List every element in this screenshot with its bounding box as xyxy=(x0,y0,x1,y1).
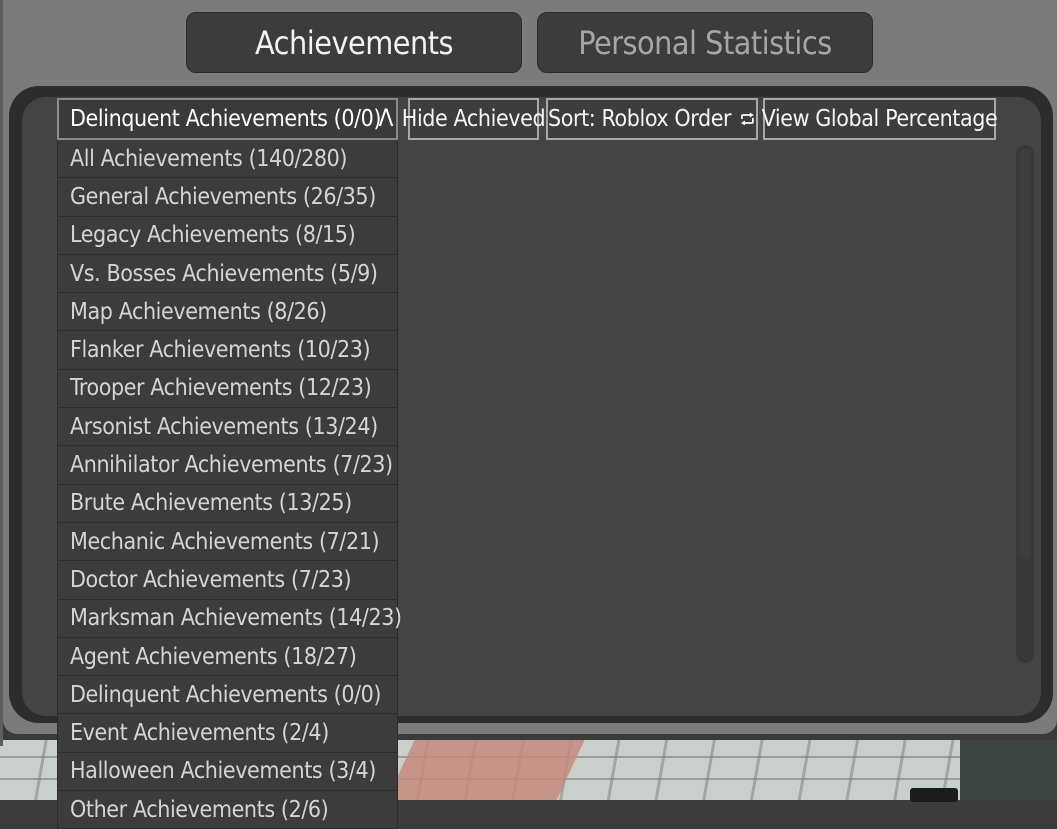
dropdown-option[interactable]: Mechanic Achievements (7/21) xyxy=(57,522,398,562)
dropdown-option[interactable]: Arsonist Achievements (13/24) xyxy=(57,408,398,447)
dropdown-option[interactable]: Flanker Achievements (10/23) xyxy=(57,331,398,370)
dropdown-option[interactable]: Annihilator Achievements (7/23) xyxy=(57,446,398,485)
view-global-percentage-label: View Global Percentage xyxy=(761,106,998,132)
dropdown-option[interactable]: Brute Achievements (13/25) xyxy=(57,484,398,523)
category-dropdown-selected: Delinquent Achievements (0/0) xyxy=(70,106,382,132)
dropdown-option[interactable]: Legacy Achievements (8/15) xyxy=(57,216,398,255)
dropdown-option[interactable]: Map Achievements (8/26) xyxy=(57,293,398,332)
dropdown-option[interactable]: Agent Achievements (18/27) xyxy=(57,637,398,677)
dropdown-option[interactable]: Doctor Achievements (7/23) xyxy=(57,561,398,600)
dropdown-option[interactable]: Vs. Bosses Achievements (5/9) xyxy=(57,254,398,294)
sort-button[interactable]: Sort: Roblox Order xyxy=(546,98,758,140)
tab-achievements[interactable]: Achievements xyxy=(186,12,522,73)
dropdown-option[interactable]: Marksman Achievements (14/23) xyxy=(57,599,402,638)
swap-icon xyxy=(741,112,755,126)
scrollbar-thumb[interactable] xyxy=(1019,149,1031,559)
hide-achieved-button[interactable]: Hide Achieved xyxy=(402,98,546,140)
dropdown-option[interactable]: General Achievements (26/35) xyxy=(57,178,398,217)
view-global-percentage-button[interactable]: View Global Percentage xyxy=(761,98,998,140)
dropdown-option[interactable]: Trooper Achievements (12/23) xyxy=(57,369,398,409)
chevron-up-icon: Λ xyxy=(378,104,394,132)
hide-achieved-label: Hide Achieved xyxy=(401,106,546,132)
category-dropdown-list: All Achievements (140/280) General Achiev… xyxy=(57,140,402,829)
scrollbar[interactable] xyxy=(1016,145,1034,663)
dropdown-option[interactable]: Delinquent Achievements (0/0) xyxy=(57,676,398,715)
dropdown-option[interactable]: Halloween Achievements (3/4) xyxy=(57,752,398,792)
category-dropdown[interactable]: Delinquent Achievements (0/0) Λ xyxy=(57,98,398,140)
weapon-model xyxy=(910,788,958,802)
dropdown-option[interactable]: All Achievements (140/280) xyxy=(57,140,398,179)
dropdown-option[interactable]: Event Achievements (2/4) xyxy=(57,714,398,753)
dropdown-option[interactable]: Other Achievements (2/6) xyxy=(57,791,398,829)
tab-personal-statistics[interactable]: Personal Statistics xyxy=(537,12,873,73)
sort-label: Sort: Roblox Order xyxy=(548,106,732,132)
